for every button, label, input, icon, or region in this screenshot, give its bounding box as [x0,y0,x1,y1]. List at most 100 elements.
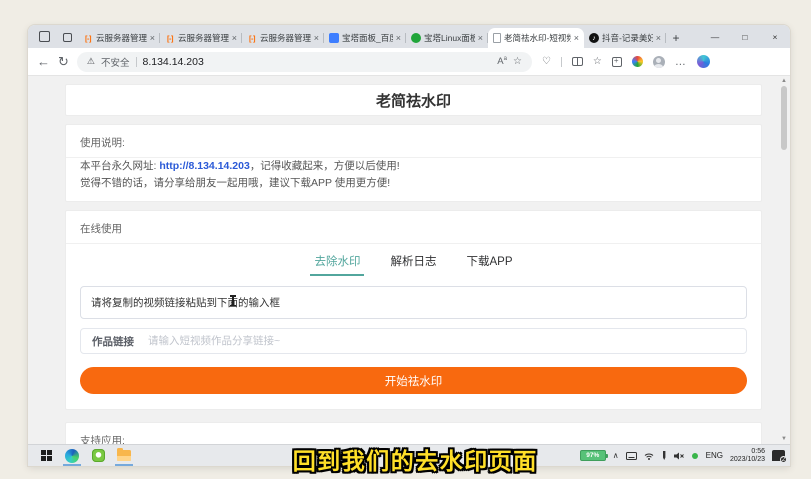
start-remove-watermark-button[interactable]: 开始祛水印 [80,367,747,394]
scroll-up-icon[interactable]: ▲ [780,78,788,84]
wifi-icon[interactable] [644,452,654,460]
address-bar[interactable]: ⚠ 不安全 8.134.14.203 Aa ☆ [77,52,532,72]
page-scrollbar[interactable]: ▲ ▼ [780,78,788,442]
baota-favicon-icon [329,33,339,43]
usage-line-1: 本平台永久网址: http://8.134.14.203，记得收藏起来，方便以后… [80,158,747,175]
text-cursor-icon [232,295,234,306]
tab-strip: [-]云服务器管理×[-]云服务器管理×[-]云服务器管理×宝塔面板_百度×宝塔… [28,25,790,48]
page-title: 老简祛水印 [65,84,762,116]
browser-essentials-icon[interactable]: ♡ [542,56,551,67]
refresh-icon[interactable]: ↻ [58,55,69,68]
extensions-icon[interactable] [632,56,643,67]
notification-badge: 2 [780,456,787,463]
browser-tab[interactable]: 宝塔面板_百度× [324,28,406,48]
link-field-label: 作品链接 [92,334,134,349]
tab-title: 老简祛水印-短视频 [504,32,571,44]
online-tab[interactable]: 去除水印 [314,253,360,276]
window-controls: — □ × [700,25,790,48]
douyin-favicon-icon: ♪ [589,33,599,43]
supported-apps-card: 支持应用: ♪▶▶d●▶●Q%▶■▶X■A●K▶●tll●○A●B●1.●◆♪▶… [65,422,762,444]
browser-tab[interactable]: [-]云服务器管理× [160,28,242,48]
maximize-button[interactable]: □ [730,25,760,48]
url-text[interactable]: 8.134.14.203 [143,56,492,68]
new-tab-button[interactable]: + [666,28,686,48]
tab-close-icon[interactable]: × [574,33,579,43]
online-tab-list: 去除水印 解析日志 下载APP [80,244,747,276]
baota-linux-favicon-icon [411,33,421,43]
aliyun-favicon-icon: [-] [247,33,257,43]
scroll-down-icon[interactable]: ▼ [780,436,788,442]
taskbar-remote-app-icon[interactable] [85,445,111,466]
copilot-icon[interactable] [697,55,710,68]
green-status-icon[interactable] [691,452,699,460]
aliyun-favicon-icon: [-] [83,33,93,43]
taskbar-date: 2023/10/23 [730,456,765,463]
favorite-star-icon[interactable]: ☆ [513,56,522,67]
aliyun-favicon-icon: [-] [165,33,175,43]
security-label: 不安全 [101,55,130,69]
taskbar-explorer-icon[interactable] [111,445,137,466]
usage-line-2: 觉得不错的话，请分享给朋友一起用哦，建议下载APP 使用更方便! [80,175,747,192]
battery-indicator: 97% [580,450,606,461]
language-indicator[interactable]: ENG [706,451,723,460]
system-tray: 97% ∧ ENG 0:56 2023/10/23 2 [580,448,785,464]
split-screen-icon[interactable] [572,57,583,66]
browser-toolbar: ← ↻ ⚠ 不安全 8.134.14.203 Aa ☆ ♡ ☆ … [28,48,790,76]
usage-heading: 使用说明: [80,132,747,157]
tab-title: 云服务器管理 [260,32,311,44]
browser-tab[interactable]: ♪抖音-记录美好生活× [584,28,666,48]
not-secure-warning-icon: ⚠ [87,56,95,67]
online-use-card: 在线使用 去除水印解析日志下载APP 请将复制的视频链接粘贴到下面的输入框 作品… [65,210,762,410]
close-button[interactable]: × [760,25,790,48]
browser-tab[interactable]: [-]云服务器管理× [242,28,324,48]
settings-menu-icon[interactable]: … [675,56,687,68]
paste-hint: 请将复制的视频链接粘贴到下面的输入框 [80,286,747,319]
video-subtitle: 回到我们的去水印页面 [293,442,538,476]
video-frame: [-]云服务器管理×[-]云服务器管理×[-]云服务器管理×宝塔面板_百度×宝塔… [0,0,811,479]
browser-tab[interactable]: [-]云服务器管理× [78,28,160,48]
back-icon[interactable]: ← [37,55,50,68]
scrollbar-thumb[interactable] [781,86,787,150]
tab-close-icon[interactable]: × [656,33,661,43]
online-tab[interactable]: 下载APP [466,253,512,276]
tab-close-icon[interactable]: × [478,33,483,43]
collections-icon[interactable] [612,57,622,67]
tab-title: 抖音-记录美好生活 [602,32,653,44]
windows-logo-icon [41,450,52,461]
browser-tab[interactable]: 宝塔Linux面板× [406,28,488,48]
link-field-row: 作品链接 [80,328,747,354]
tab-title: 云服务器管理 [96,32,147,44]
taskbar-edge-icon[interactable] [59,445,85,466]
tab-close-icon[interactable]: × [314,33,319,43]
workspaces-icon[interactable] [36,28,54,46]
tab-title: 宝塔面板_百度 [342,32,393,44]
tab-title: 宝塔Linux面板 [424,32,475,44]
pen-icon[interactable] [661,451,667,460]
usage-card: 使用说明: 本平台永久网址: http://8.134.14.203，记得收藏起… [65,124,762,202]
video-link-input[interactable] [148,335,735,347]
profile-avatar[interactable] [653,56,665,68]
tab-close-icon[interactable]: × [150,33,155,43]
online-tab[interactable]: 解析日志 [390,253,436,276]
favorites-icon[interactable]: ☆ [593,56,602,67]
tab-title: 云服务器管理 [178,32,229,44]
action-center-icon[interactable]: 2 [772,450,785,461]
speaker-icon[interactable] [674,452,684,460]
browser-window: [-]云服务器管理×[-]云服务器管理×[-]云服务器管理×宝塔面板_百度×宝塔… [28,25,790,466]
read-aloud-icon[interactable]: Aa [497,56,507,67]
tab-actions-icon[interactable] [58,28,76,46]
browser-tab[interactable]: 老简祛水印-短视频× [488,28,584,48]
tab-close-icon[interactable]: × [232,33,237,43]
hidden-icons-chevron[interactable]: ∧ [613,451,619,460]
start-button[interactable] [33,445,59,466]
toolbar-actions: ♡ ☆ … [542,55,710,68]
taskbar-time: 0:56 [751,448,765,455]
permanent-url-link[interactable]: http://8.134.14.203 [159,160,249,172]
tab-close-icon[interactable]: × [396,33,401,43]
minimize-button[interactable]: — [700,25,730,48]
clock[interactable]: 0:56 2023/10/23 [730,448,765,464]
touch-keyboard-icon[interactable] [626,452,637,460]
page-content: 老简祛水印 使用说明: 本平台永久网址: http://8.134.14.203… [28,76,790,444]
doc-favicon-icon [493,33,501,43]
tab-list: [-]云服务器管理×[-]云服务器管理×[-]云服务器管理×宝塔面板_百度×宝塔… [78,25,666,48]
